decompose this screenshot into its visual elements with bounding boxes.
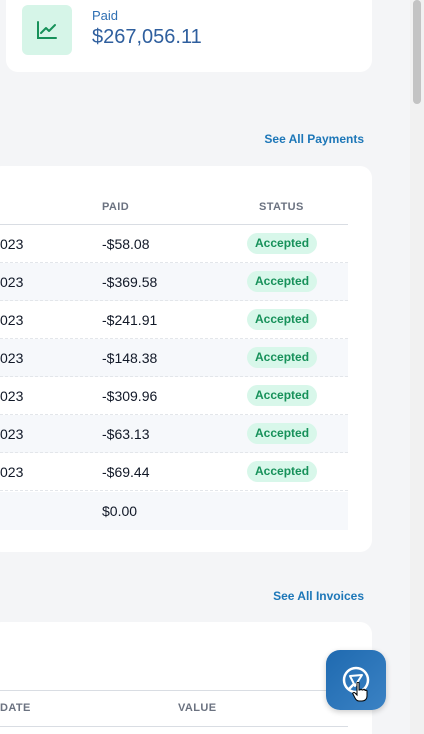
column-header-value[interactable]: VALUE	[178, 702, 216, 714]
row-paid: -$369.58	[102, 274, 158, 290]
row-date: 023	[0, 464, 24, 480]
hand-cursor-icon	[352, 682, 368, 702]
column-header-status[interactable]: STATUS	[259, 201, 304, 213]
see-all-invoices-link[interactable]: See All Invoices	[273, 589, 364, 603]
row-date: 023	[0, 426, 24, 442]
row-date: 023	[0, 236, 24, 252]
header-divider	[0, 690, 348, 691]
row-paid: -$148.38	[102, 350, 158, 366]
table-row[interactable]: 023 -$369.58 Accepted	[0, 263, 348, 301]
total-paid: $0.00	[102, 503, 138, 519]
see-all-payments-link[interactable]: See All Payments	[264, 132, 364, 146]
row-date: 023	[0, 350, 24, 366]
summary-value: $267,056.11	[92, 26, 202, 48]
status-badge: Accepted	[247, 347, 318, 368]
row-paid: -$309.96	[102, 388, 158, 404]
table-row[interactable]: 023 -$69.44 Accepted	[0, 453, 348, 491]
invoices-table-card: DATE VALUE	[0, 622, 372, 734]
row-paid: -$63.13	[102, 426, 150, 442]
status-badge: Accepted	[247, 309, 318, 330]
status-badge: Accepted	[247, 233, 318, 254]
header-divider	[0, 726, 348, 727]
table-row[interactable]: 023 -$309.96 Accepted	[0, 377, 348, 415]
paid-summary-card: Paid $267,056.11	[6, 0, 372, 72]
status-badge: Accepted	[247, 271, 318, 292]
table-row[interactable]: 023 -$241.91 Accepted	[0, 301, 348, 339]
row-paid: -$58.08	[102, 236, 150, 252]
status-badge: Accepted	[247, 385, 318, 406]
row-date: 023	[0, 312, 24, 328]
table-row[interactable]: 023 -$58.08 Accepted	[0, 225, 348, 263]
summary-label: Paid	[92, 8, 119, 23]
table-total-row: $0.00	[0, 492, 348, 530]
table-row[interactable]: 023 -$63.13 Accepted	[0, 415, 348, 453]
chart-line-icon	[22, 5, 72, 55]
scrollbar-thumb[interactable]	[413, 0, 421, 104]
row-paid: -$241.91	[102, 312, 158, 328]
status-badge: Accepted	[247, 461, 318, 482]
row-paid: -$69.44	[102, 464, 150, 480]
column-header-date[interactable]: DATE	[0, 702, 31, 714]
payments-table-card: PAID STATUS 023 -$58.08 Accepted 023 -$3…	[0, 166, 372, 552]
row-date: 023	[0, 274, 24, 290]
column-header-paid[interactable]: PAID	[102, 201, 129, 213]
vertical-scrollbar[interactable]	[410, 0, 424, 734]
status-badge: Accepted	[247, 423, 318, 444]
row-date: 023	[0, 388, 24, 404]
table-row[interactable]: 023 -$148.38 Accepted	[0, 339, 348, 377]
